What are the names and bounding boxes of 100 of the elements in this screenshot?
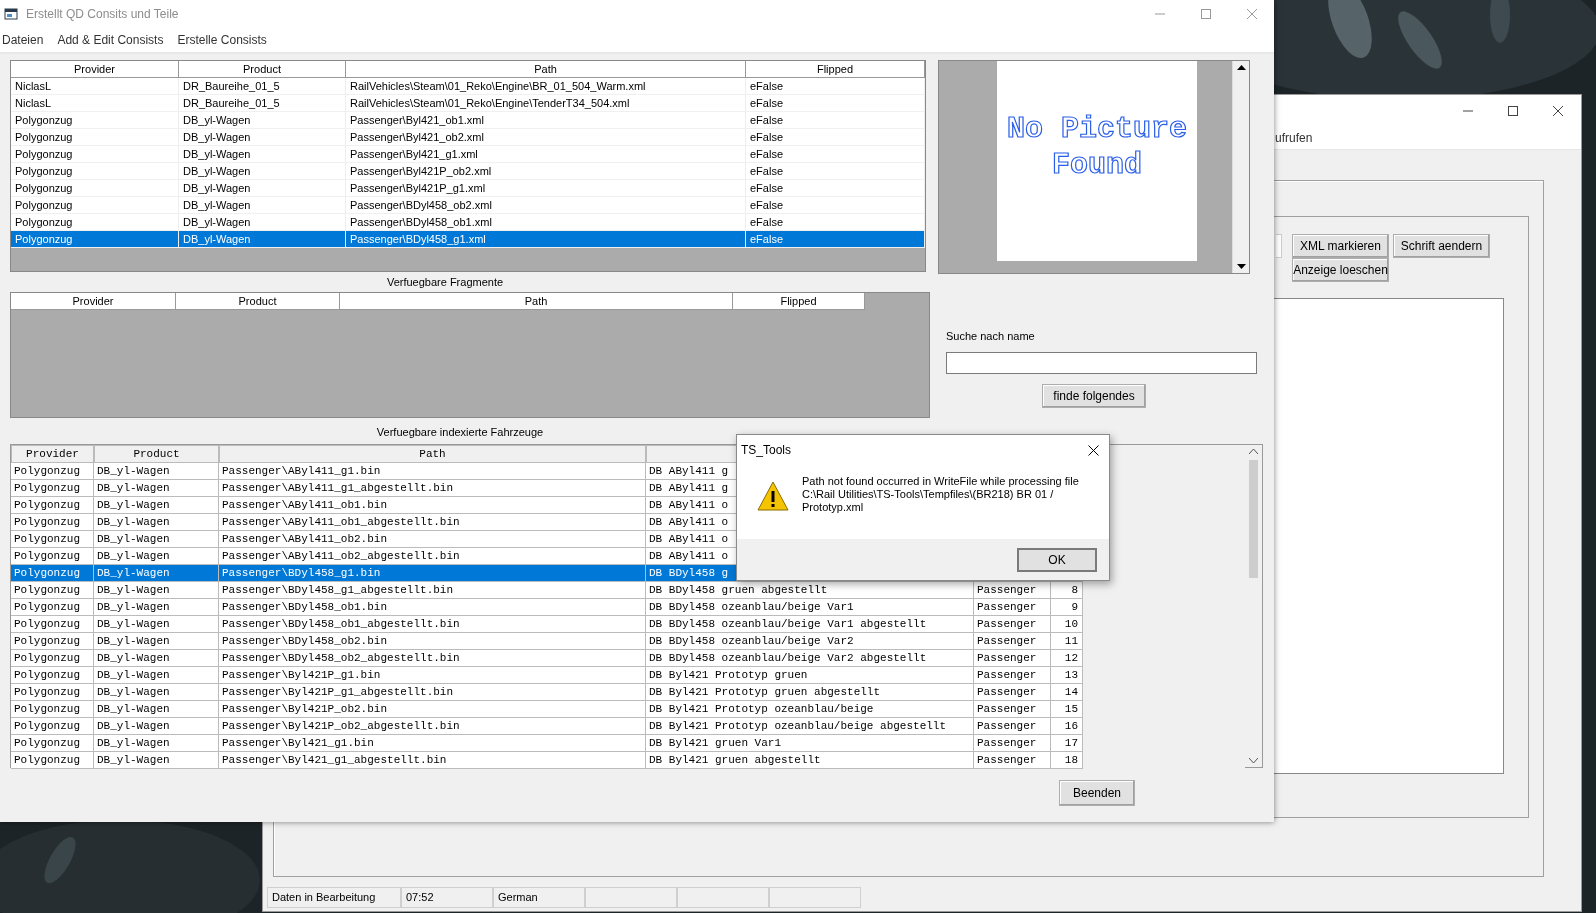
table-cell: Polygonzug	[11, 667, 94, 684]
close-icon[interactable]	[1552, 105, 1564, 117]
table-cell: DB_yl-Wagen	[179, 146, 346, 162]
table-row[interactable]: Polygonzug DB_yl-Wagen Passenger\BDyl458_g1.xml eFalse	[11, 231, 925, 248]
table-cell: Passenger\BDyl458_ob1_abgestellt.bin	[219, 616, 646, 633]
table-cell: DB Byl421 Prototyp ozeanblau/beige abgestellt	[646, 718, 974, 735]
menu-item[interactable]: Add & Edit Consists	[57, 33, 164, 47]
table-cell: NiclasL	[11, 78, 179, 94]
table-cell: DB Byl421 Prototyp gruen	[646, 667, 974, 684]
search-field[interactable]	[946, 352, 1257, 374]
table-cell: Passenger\BDyl458_ob2.xml	[346, 197, 746, 213]
table-row[interactable]: Polygonzug DB_yl-Wagen Passenger\Byl421P_ob2.bin DB Byl421 Prototyp ozeanblau/beige Passenger 15	[11, 701, 1245, 718]
table-row[interactable]: Polygonzug DB_yl-Wagen Passenger\BDyl458_ob1.bin DB BDyl458 ozeanblau/beige Var1 Passenger 9	[11, 599, 1245, 616]
table-cell: DB_yl-Wagen	[179, 231, 346, 247]
scroll-down-icon[interactable]	[1236, 264, 1246, 269]
scrollbar-thumb[interactable]	[1249, 460, 1258, 578]
table-cell: 11	[1051, 633, 1083, 650]
table-cell: Polygonzug	[11, 112, 179, 128]
table-row[interactable]: Polygonzug DB_yl-Wagen Passenger\BDyl458_ob2.xml eFalse	[11, 197, 925, 214]
table-cell: Polygonzug	[11, 146, 179, 162]
ok-button[interactable]: OK	[1017, 547, 1097, 572]
window-icon	[4, 8, 18, 20]
table-cell: Polygonzug	[11, 463, 94, 480]
table-cell: Passenger\Byl421_g1_abgestellt.bin	[219, 752, 646, 769]
table-cell: 17	[1051, 735, 1083, 752]
table-cell: DB_yl-Wagen	[94, 514, 219, 531]
table-row[interactable]: Polygonzug DB_yl-Wagen Passenger\Byl421P_ob2.xml eFalse	[11, 163, 925, 180]
maximize-icon[interactable]	[1507, 105, 1519, 117]
table-row[interactable]: Polygonzug DB_yl-Wagen Passenger\Byl421_ob1.xml eFalse	[11, 112, 925, 129]
table-row[interactable]: Polygonzug DB_yl-Wagen Passenger\Byl421_g1.xml eFalse	[11, 146, 925, 163]
table-row[interactable]: Polygonzug DB_yl-Wagen Passenger\Byl421P_ob2_abgestellt.bin DB Byl421 Prototyp ozeanblau/beige abgestellt Passenger 16	[11, 718, 1245, 735]
table-cell: DB BDyl458 ozeanblau/beige Var2	[646, 633, 974, 650]
column-header[interactable]: Provider	[11, 293, 176, 309]
table-cell: Passenger	[974, 650, 1051, 667]
status-cell: 07:52	[401, 887, 493, 908]
table-cell: eFalse	[746, 129, 925, 145]
table-row[interactable]: Polygonzug DB_yl-Wagen Passenger\Byl421_ob2.xml eFalse	[11, 129, 925, 146]
column-header[interactable]: Provider	[11, 445, 94, 463]
table-row[interactable]: NiclasL DR_Baureihe_01_5 RailVehicles\Steam\01_Reko\Engine\BR_01_504_Warm.xml eFalse	[11, 78, 925, 95]
table-cell: DB_yl-Wagen	[94, 633, 219, 650]
table-cell: 9	[1051, 599, 1083, 616]
table-cell: Polygonzug	[11, 633, 94, 650]
section-title: Verfuegbare indexierte Fahrzeuge	[375, 426, 545, 440]
table-row[interactable]: Polygonzug DB_yl-Wagen Passenger\BDyl458_ob1.xml eFalse	[11, 214, 925, 231]
table-cell: 13	[1051, 667, 1083, 684]
table-cell: Polygonzug	[11, 163, 179, 179]
table-cell: 16	[1051, 718, 1083, 735]
table-cell: eFalse	[746, 146, 925, 162]
scroll-up-icon[interactable]	[1236, 65, 1246, 70]
table-row[interactable]: Polygonzug DB_yl-Wagen Passenger\Byl421_g1.bin DB Byl421 gruen Var1 Passenger 17	[11, 735, 1245, 752]
table-cell: DR_Baureihe_01_5	[179, 78, 346, 94]
table-cell: Polygonzug	[11, 129, 179, 145]
table-cell: Polygonzug	[11, 752, 94, 769]
table-cell: DR_Baureihe_01_5	[179, 95, 346, 111]
column-header[interactable]: Product	[176, 293, 340, 309]
input-field[interactable]	[1276, 234, 1282, 258]
table-cell: DB_yl-Wagen	[94, 548, 219, 565]
table-cell: Polygonzug	[11, 599, 94, 616]
close-icon[interactable]	[1088, 444, 1099, 456]
table-cell: eFalse	[746, 197, 925, 213]
menu-item[interactable]: ufrufen	[1275, 131, 1313, 145]
table-cell: DB BDyl458 ozeanblau/beige Var1 abgestellt	[646, 616, 974, 633]
table-cell: Passenger\Byl421P_ob2.bin	[219, 701, 646, 718]
no-picture-text: No Picture Found	[1006, 111, 1188, 183]
mark-xml-button[interactable]: XML markieren	[1292, 234, 1389, 258]
table-cell: DB_yl-Wagen	[94, 616, 219, 633]
table-cell: Polygonzug	[11, 718, 94, 735]
table-cell: Passenger\Byl421_ob1.xml	[346, 112, 746, 128]
table-cell: Passenger\Byl421_g1.bin	[219, 735, 646, 752]
menu-item[interactable]: Erstelle Consists	[177, 33, 267, 47]
column-header[interactable]: Flipped	[733, 293, 865, 309]
table-row[interactable]: Polygonzug DB_yl-Wagen Passenger\BDyl458_ob2.bin DB BDyl458 ozeanblau/beige Var2 Passenger 11	[11, 633, 1245, 650]
clear-display-button[interactable]: Anzeige loeschen	[1292, 258, 1389, 282]
table-cell: DB Byl421 Prototyp gruen abgestellt	[646, 684, 974, 701]
table-cell: Passenger\AByl411_g1.bin	[219, 463, 646, 480]
table-row[interactable]: Polygonzug DB_yl-Wagen Passenger\Byl421P_g1.bin DB Byl421 Prototyp gruen Passenger 13	[11, 667, 1245, 684]
table-cell: Passenger\Byl421P_g1.xml	[346, 180, 746, 196]
column-header[interactable]: Product	[179, 61, 346, 77]
change-font-button[interactable]: Schrift aendern	[1393, 234, 1490, 258]
exit-button[interactable]: Beenden	[1059, 780, 1135, 806]
column-header[interactable]: Path	[219, 445, 646, 463]
table-cell: DB_yl-Wagen	[94, 667, 219, 684]
table-cell: Passenger	[974, 599, 1051, 616]
menu-item[interactable]: Dateien	[2, 33, 44, 47]
column-header[interactable]: Flipped	[746, 61, 925, 77]
column-header[interactable]: Path	[346, 61, 746, 77]
column-header[interactable]: Path	[340, 293, 733, 309]
column-header[interactable]: Product	[94, 445, 219, 463]
table-row[interactable]: Polygonzug DB_yl-Wagen Passenger\Byl421P_g1_abgestellt.bin DB Byl421 Prototyp gruen abgestellt Passenger 14	[11, 684, 1245, 701]
find-next-button[interactable]: finde folgendes	[1042, 384, 1146, 408]
scrollbar[interactable]	[1232, 61, 1249, 273]
table-row[interactable]: Polygonzug DB_yl-Wagen Passenger\BDyl458_g1_abgestellt.bin DB BDyl458 gruen abgestellt Passenger 8	[11, 582, 1245, 599]
table-row[interactable]: Polygonzug DB_yl-Wagen Passenger\BDyl458_ob1_abgestellt.bin DB BDyl458 ozeanblau/beige Var1 abgestellt Passenger 10	[11, 616, 1245, 633]
column-header[interactable]: Provider	[11, 61, 179, 77]
table-row[interactable]: Polygonzug DB_yl-Wagen Passenger\Byl421_g1_abgestellt.bin DB Byl421 gruen abgestellt Passenger 18	[11, 752, 1245, 769]
scrollbar[interactable]	[1245, 445, 1262, 767]
table-cell: DB Byl421 gruen Var1	[646, 735, 974, 752]
table-row[interactable]: Polygonzug DB_yl-Wagen Passenger\Byl421P_g1.xml eFalse	[11, 180, 925, 197]
table-row[interactable]: NiclasL DR_Baureihe_01_5 RailVehicles\Steam\01_Reko\Engine\TenderT34_504.xml eFalse	[11, 95, 925, 112]
table-row[interactable]: Polygonzug DB_yl-Wagen Passenger\BDyl458_ob2_abgestellt.bin DB BDyl458 ozeanblau/beige Var2 abgestellt Passenger 12	[11, 650, 1245, 667]
